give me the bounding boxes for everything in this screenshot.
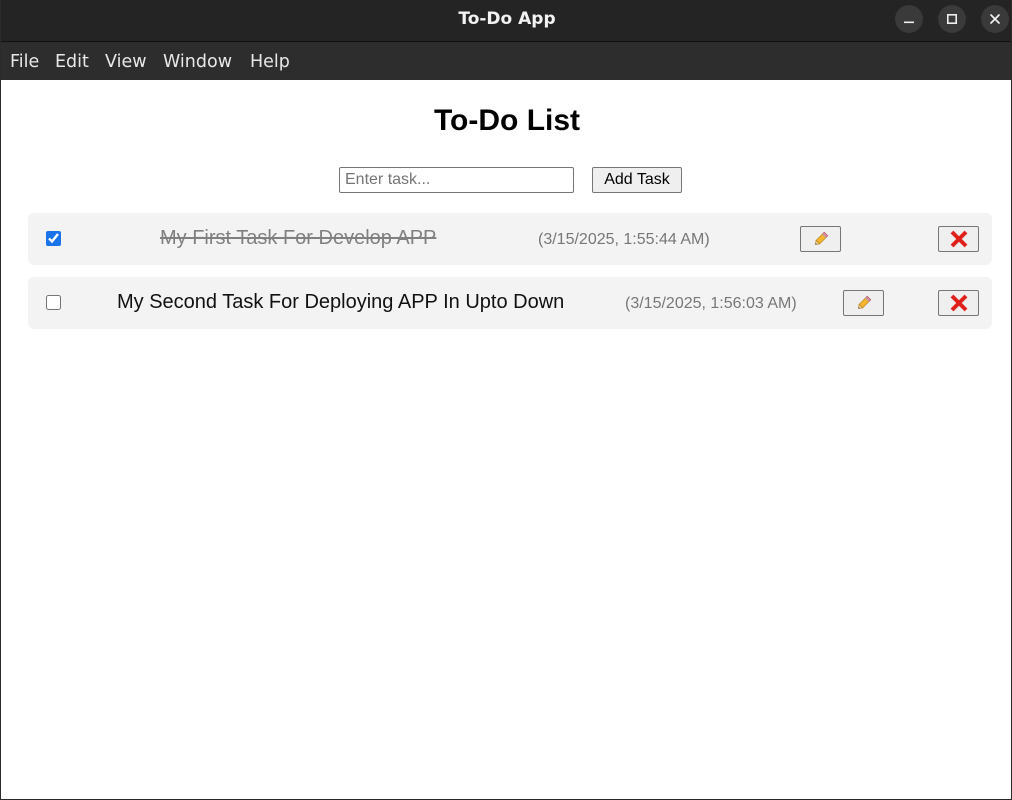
title-bar[interactable]: To-Do App <box>1 0 1011 42</box>
minimize-button[interactable] <box>895 5 923 33</box>
window-title: To-Do App <box>458 9 556 29</box>
task-input[interactable] <box>339 167 574 193</box>
menu-window[interactable]: Window <box>163 42 232 80</box>
add-task-button[interactable]: Add Task <box>592 167 682 193</box>
page-title: To-Do List <box>433 104 581 137</box>
task-timestamp: (3/15/2025, 1:56:03 AM) <box>625 295 797 312</box>
cross-mark-icon <box>950 230 967 248</box>
edit-task-button[interactable] <box>843 290 884 316</box>
menu-edit[interactable]: Edit <box>55 42 89 80</box>
menu-file[interactable]: File <box>10 42 39 80</box>
maximize-button[interactable] <box>938 5 966 33</box>
pencil-icon <box>857 295 871 309</box>
close-icon <box>990 14 1000 24</box>
pencil-icon <box>814 231 828 245</box>
task-timestamp: (3/15/2025, 1:55:44 AM) <box>538 231 710 248</box>
minimize-icon <box>904 21 914 24</box>
menu-help[interactable]: Help <box>250 42 290 80</box>
menu-view[interactable]: View <box>105 42 147 80</box>
task-complete-checkbox[interactable] <box>46 231 61 246</box>
app-window: To-Do App File Edit View Window Help To-… <box>0 0 1012 800</box>
menu-bar: File Edit View Window Help <box>1 42 1011 80</box>
task-item: My First Task For Develop APP (3/15/2025… <box>28 213 992 265</box>
app-content: To-Do List Add Task My First Task For De… <box>1 80 1011 799</box>
close-button[interactable] <box>981 5 1009 33</box>
delete-task-button[interactable] <box>938 290 979 316</box>
task-text: My Second Task For Deploying APP In Upto… <box>117 291 565 313</box>
maximize-icon <box>946 13 957 24</box>
edit-task-button[interactable] <box>800 226 841 252</box>
task-item: My Second Task For Deploying APP In Upto… <box>28 277 992 329</box>
cross-mark-icon <box>950 294 967 312</box>
task-complete-checkbox[interactable] <box>46 295 61 310</box>
delete-task-button[interactable] <box>938 226 979 252</box>
task-text: My First Task For Develop APP <box>160 227 437 249</box>
